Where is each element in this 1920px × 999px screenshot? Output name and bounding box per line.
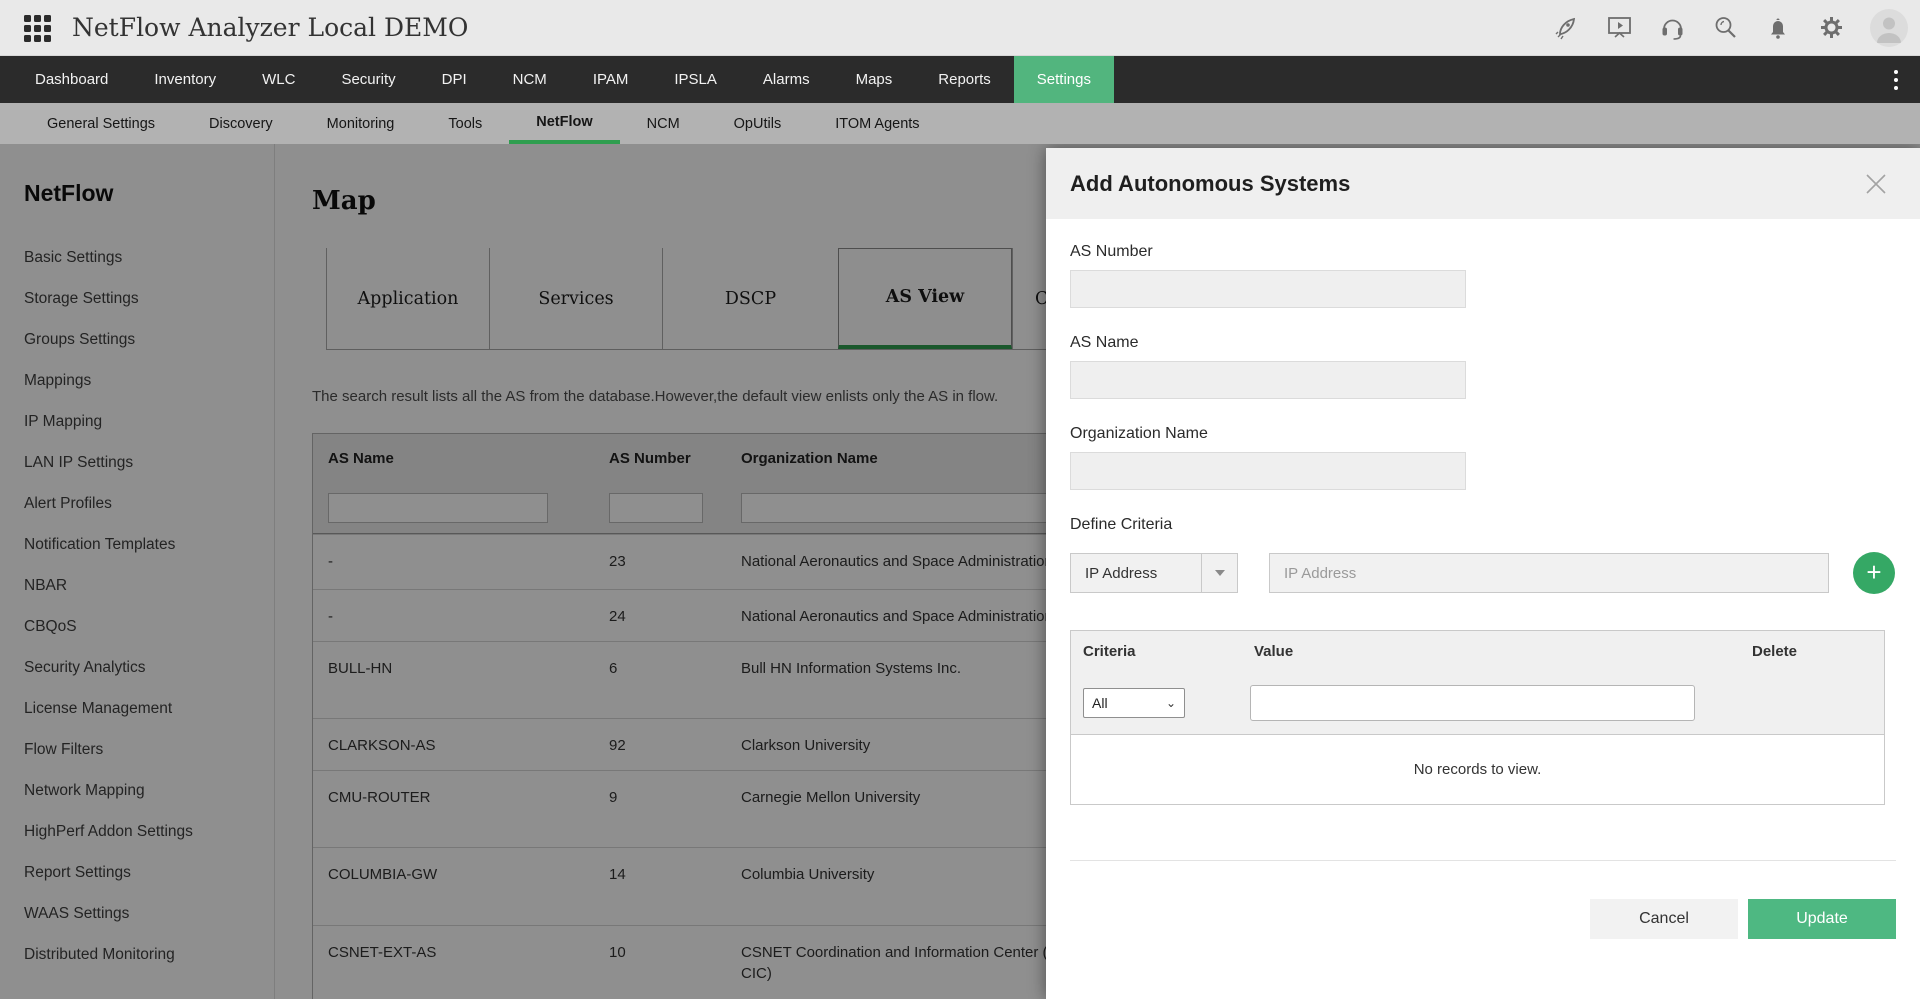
subnav-ncm[interactable]: NCM <box>620 103 707 144</box>
update-button[interactable]: Update <box>1748 899 1896 939</box>
criteria-type-value: IP Address <box>1071 565 1201 582</box>
main-nav: Dashboard Inventory WLC Security DPI NCM… <box>0 56 1920 103</box>
add-criteria-button[interactable]: + <box>1853 552 1895 594</box>
headset-icon[interactable] <box>1658 14 1686 42</box>
criteria-grid-header: Criteria Value Delete <box>1071 631 1884 671</box>
cancel-button[interactable]: Cancel <box>1590 899 1738 939</box>
chevron-down-icon: ⌄ <box>1166 696 1184 710</box>
nav-maps[interactable]: Maps <box>833 56 916 103</box>
subnav-general-settings[interactable]: General Settings <box>20 103 182 144</box>
search-icon[interactable] <box>1711 14 1739 42</box>
app-title: NetFlow Analyzer Local DEMO <box>72 13 468 42</box>
nav-reports[interactable]: Reports <box>915 56 1014 103</box>
nav-dashboard[interactable]: Dashboard <box>12 56 131 103</box>
criteria-grid: Criteria Value Delete All ⌄ No records t… <box>1070 630 1885 805</box>
user-avatar[interactable] <box>1870 9 1908 47</box>
close-icon[interactable] <box>1860 168 1892 200</box>
workspace: NetFlow Basic Settings Storage Settings … <box>0 144 1920 999</box>
panel-header: Add Autonomous Systems <box>1046 148 1920 219</box>
subnav-itom-agents[interactable]: ITOM Agents <box>808 103 946 144</box>
panel-actions: Cancel Update <box>1070 899 1896 939</box>
nav-alarms[interactable]: Alarms <box>740 56 833 103</box>
kebab-menu-icon[interactable] <box>1886 56 1906 103</box>
panel-title: Add Autonomous Systems <box>1070 171 1350 197</box>
as-number-field[interactable] <box>1070 270 1466 308</box>
nav-dpi[interactable]: DPI <box>419 56 490 103</box>
add-autonomous-systems-panel: Add Autonomous Systems AS Number AS Name… <box>1046 148 1920 999</box>
nav-security[interactable]: Security <box>318 56 418 103</box>
nav-ipam[interactable]: IPAM <box>570 56 652 103</box>
top-app-bar: NetFlow Analyzer Local DEMO <box>0 0 1920 56</box>
demo-player-icon[interactable] <box>1605 14 1633 42</box>
grid-value-input[interactable] <box>1250 685 1695 721</box>
subnav-discovery[interactable]: Discovery <box>182 103 300 144</box>
settings-sub-nav: General Settings Discovery Monitoring To… <box>0 103 1920 144</box>
nav-inventory[interactable]: Inventory <box>131 56 239 103</box>
subnav-monitoring[interactable]: Monitoring <box>300 103 422 144</box>
grid-empty-message: No records to view. <box>1071 735 1884 804</box>
define-criteria-label: Define Criteria <box>1070 516 1896 534</box>
grid-criteria-select-value: All <box>1084 695 1166 711</box>
nav-ncm[interactable]: NCM <box>490 56 570 103</box>
nav-ipsla[interactable]: IPSLA <box>651 56 740 103</box>
organization-name-field[interactable] <box>1070 452 1466 490</box>
subnav-netflow[interactable]: NetFlow <box>509 103 619 144</box>
as-name-field[interactable] <box>1070 361 1466 399</box>
grid-col-criteria: Criteria <box>1071 643 1242 660</box>
define-criteria-row: IP Address + <box>1070 552 1896 594</box>
grid-col-delete: Delete <box>1740 643 1884 660</box>
nav-wlc[interactable]: WLC <box>239 56 318 103</box>
bell-icon[interactable] <box>1764 14 1792 42</box>
subnav-tools[interactable]: Tools <box>421 103 509 144</box>
gear-icon[interactable] <box>1817 14 1845 42</box>
criteria-type-select[interactable]: IP Address <box>1070 553 1238 593</box>
as-name-label: AS Name <box>1070 334 1896 352</box>
criteria-value-input[interactable] <box>1269 553 1829 593</box>
panel-divider <box>1070 860 1896 861</box>
rocket-icon[interactable] <box>1552 14 1580 42</box>
subnav-oputils[interactable]: OpUtils <box>707 103 809 144</box>
grid-criteria-select[interactable]: All ⌄ <box>1083 688 1185 718</box>
nav-settings[interactable]: Settings <box>1014 56 1114 103</box>
caret-down-icon <box>1201 554 1237 592</box>
organization-name-label: Organization Name <box>1070 425 1896 443</box>
as-number-label: AS Number <box>1070 243 1896 261</box>
grid-col-value: Value <box>1242 643 1740 660</box>
app-grid-icon[interactable] <box>24 15 50 41</box>
criteria-grid-filter-row: All ⌄ <box>1071 671 1884 735</box>
